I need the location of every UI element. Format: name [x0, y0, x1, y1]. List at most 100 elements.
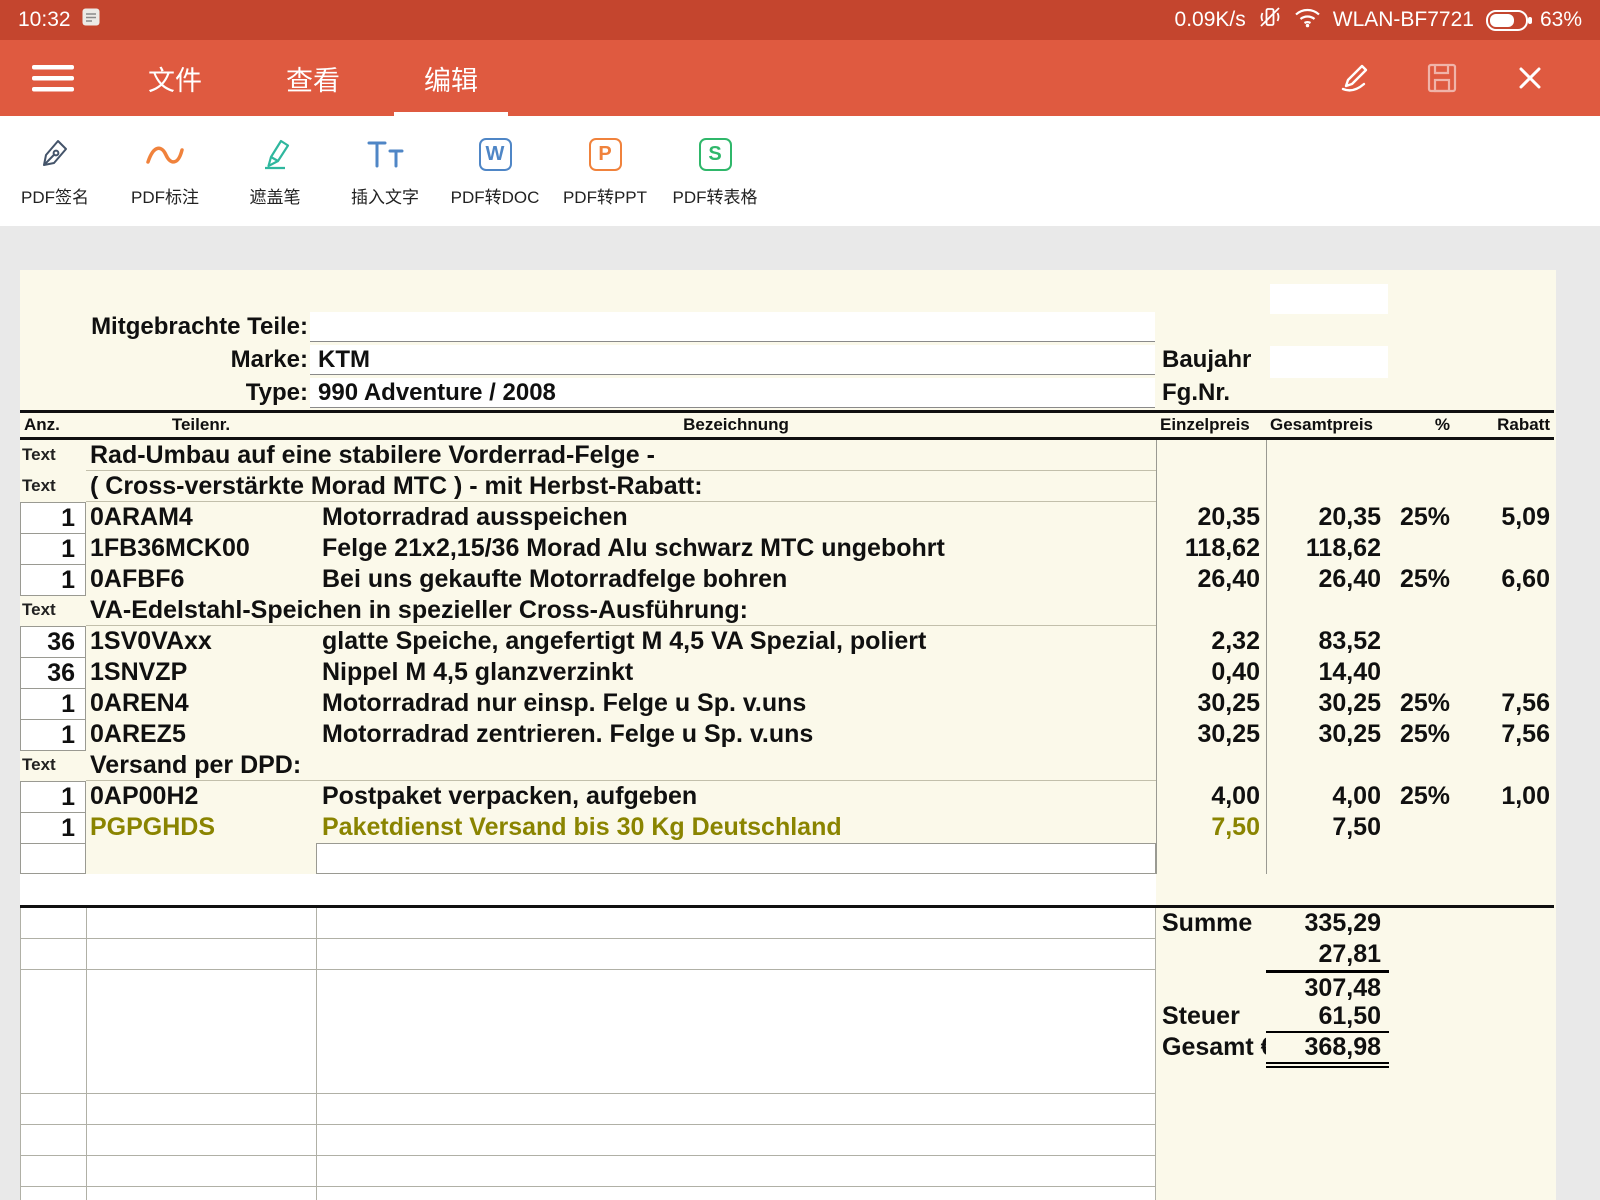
cell-gesamtpreis: [1266, 471, 1389, 502]
table-header-row: Anz. Teilenr. Bezeichnung Einzelpreis Ge…: [20, 410, 1554, 440]
menu-icon[interactable]: [0, 40, 106, 116]
tool-pdf-to-ppt[interactable]: P PDF转PPT: [550, 134, 660, 208]
cell-filler: [1389, 1156, 1554, 1187]
parts-row: 1PGPGHDSPaketdienst Versand bis 30 Kg De…: [20, 812, 1554, 843]
signature-check-icon[interactable]: [1336, 60, 1372, 96]
cell-rabatt: [1454, 657, 1554, 689]
cell-filler: [1389, 1125, 1554, 1156]
tool-label: 遮盖笔: [250, 183, 301, 208]
tool-pdf-annotate[interactable]: PDF标注: [110, 134, 220, 208]
screen: 10:32 0.09K/s WLAN-BF7721 63% 文件 查看 编辑: [0, 0, 1600, 1200]
cell-anz: 1: [20, 812, 86, 844]
tool-pdf-sign[interactable]: PDF签名: [0, 134, 110, 208]
cell-einzelpreis: [1156, 750, 1266, 781]
summary-value: 307,48: [1266, 970, 1389, 1003]
summary-label: [1156, 1063, 1266, 1094]
cell-teilenr: 1FB36MCK00: [86, 533, 316, 565]
cell-empty: [86, 970, 316, 1003]
wifi-icon: [1294, 7, 1321, 34]
tab-file[interactable]: 文件: [106, 40, 244, 116]
cell-rabatt: [1454, 812, 1554, 844]
summary-label: [1156, 970, 1266, 1003]
cell-empty: [86, 1001, 316, 1033]
cell-gesamtpreis: 20,35: [1266, 502, 1389, 534]
cell-empty: [20, 1156, 86, 1187]
cell-anz: 1: [20, 564, 86, 596]
col-header-bezeichnung: Bezeichnung: [316, 415, 1156, 435]
cell-teilenr: 0AP00H2: [86, 781, 316, 813]
mitgebrachte-field: [310, 312, 1155, 342]
summary-row: Summe335,29: [20, 908, 1554, 939]
cell-teilenr: 1SV0VAxx: [86, 626, 316, 658]
ppt-letter: P: [589, 138, 622, 171]
cell-bezeichnung: Motorradrad ausspeichen: [316, 502, 1156, 534]
annotate-squiggle-icon: [144, 134, 186, 174]
save-icon[interactable]: [1424, 60, 1460, 96]
battery-percent: 63%: [1540, 8, 1582, 32]
col-header-anz: Anz.: [20, 415, 86, 435]
marke-label: Marke:: [20, 345, 308, 375]
highlighter-icon: [257, 134, 293, 174]
marke-field: KTM: [310, 345, 1155, 375]
tab-view[interactable]: 查看: [244, 40, 382, 116]
cell-anz: 1: [20, 719, 86, 751]
cell-percent: [1389, 626, 1454, 658]
convert-table-icon: S: [699, 134, 732, 174]
summary-table: Summe335,2927,81307,48Steuer61,50Gesamt …: [20, 905, 1554, 1200]
document-scroll-area[interactable]: Mitgebrachte Teile: Marke: KTM Baujahr T…: [0, 226, 1600, 1200]
cell-percent: 25%: [1389, 502, 1454, 534]
cell-einzelpreis: 4,00: [1156, 781, 1266, 813]
tool-label: PDF转表格: [673, 183, 758, 208]
cell-einzelpreis: 26,40: [1156, 564, 1266, 596]
summary-label: [1156, 1094, 1266, 1125]
cell-percent: 25%: [1389, 719, 1454, 751]
baujahr-label: Baujahr: [1162, 345, 1251, 375]
cell-filler: [1389, 970, 1554, 1003]
cell-rabatt: [1454, 471, 1554, 502]
cell-anz: Text: [20, 595, 86, 626]
cell-percent: [1389, 812, 1454, 844]
cell-description: Rad-Umbau auf eine stabilere Vorderrad-F…: [86, 440, 1156, 471]
cell-empty: [316, 1063, 1156, 1094]
cell-anz: 1: [20, 533, 86, 565]
parts-table: Anz. Teilenr. Bezeichnung Einzelpreis Ge…: [20, 410, 1554, 874]
parts-row: 10ARAM4Motorradrad ausspeichen20,3520,35…: [20, 502, 1554, 533]
tool-label: PDF签名: [21, 183, 89, 208]
convert-ppt-icon: P: [589, 134, 622, 174]
parts-row: 10AREZ5Motorradrad zentrieren. Felge u S…: [20, 719, 1554, 750]
cell-empty: [86, 1094, 316, 1125]
cell-teilenr: 0AREZ5: [86, 719, 316, 751]
col-header-rabatt: Rabatt: [1454, 415, 1554, 435]
summary-label: [1156, 1125, 1266, 1156]
cell-anz: 36: [20, 657, 86, 689]
cell-gesamtpreis: [1266, 440, 1389, 471]
vibrate-mute-icon: [1258, 5, 1282, 35]
pdf-document[interactable]: Mitgebrachte Teile: Marke: KTM Baujahr T…: [20, 270, 1556, 1200]
cell-einzelpreis: 2,32: [1156, 626, 1266, 658]
col-header-teilenr: Teilenr.: [86, 415, 316, 435]
summary-row: Gesamt €368,98: [20, 1032, 1554, 1063]
cell-rabatt: 1,00: [1454, 781, 1554, 813]
parts-row: 10AREN4Motorradrad nur einsp. Felge u Sp…: [20, 688, 1554, 719]
parts-row: TextRad-Umbau auf eine stabilere Vorderr…: [20, 440, 1554, 471]
cell-anz: 1: [20, 688, 86, 720]
cell-empty: [86, 1125, 316, 1156]
summary-label: Steuer: [1156, 1001, 1266, 1033]
parts-row: 361SNVZPNippel M 4,5 glanzverzinkt0,4014…: [20, 657, 1554, 688]
tab-edit[interactable]: 编辑: [382, 40, 520, 116]
status-right: 0.09K/s WLAN-BF7721 63%: [1175, 5, 1582, 35]
tool-pdf-to-table[interactable]: S PDF转表格: [660, 134, 770, 208]
cell-rabatt: 6,60: [1454, 564, 1554, 596]
close-icon[interactable]: [1512, 60, 1548, 96]
tool-pdf-to-doc[interactable]: W PDF转DOC: [440, 134, 550, 208]
tool-insert-text[interactable]: 插入文字: [330, 134, 440, 208]
summary-value: [1266, 1094, 1389, 1125]
tool-cover-pen[interactable]: 遮盖笔: [220, 134, 330, 208]
cell-filler: [1389, 1094, 1554, 1125]
summary-row: 307,48: [20, 970, 1554, 1001]
cell-percent: 25%: [1389, 688, 1454, 720]
cell-percent: [1389, 843, 1454, 874]
cell-empty: [86, 1187, 316, 1200]
mitgebrachte-label: Mitgebrachte Teile:: [20, 312, 308, 342]
cell-empty: [20, 908, 86, 939]
